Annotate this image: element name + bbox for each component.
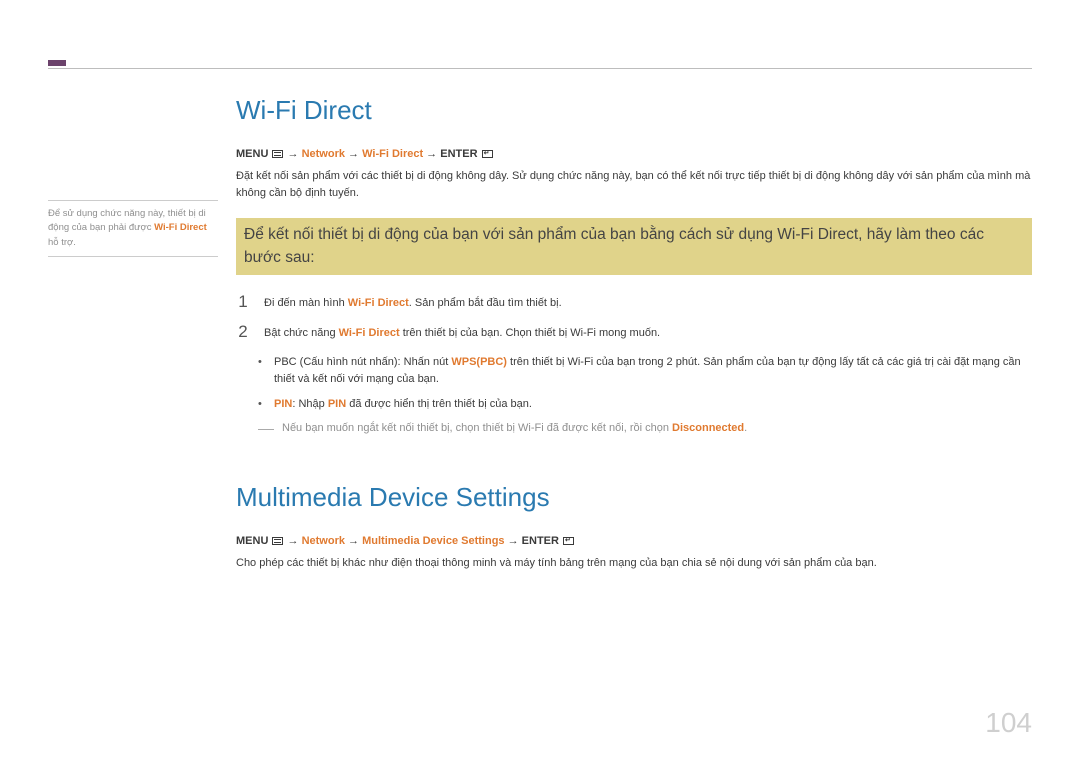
footnote-disconnect: Nếu bạn muốn ngắt kết nối thiết bị, chọn… — [236, 422, 1032, 434]
bullet-dot-2: • — [258, 396, 264, 414]
step-1-suffix: . Sản phẩm bắt đầu tìm thiết bị. — [409, 297, 562, 309]
sidebar-note-body: Để sử dụng chức năng này, thiết bị di độ… — [48, 200, 218, 257]
step-2-highlight: Wi-Fi Direct — [339, 327, 400, 339]
breadcrumb-arrow-3: → — [423, 148, 440, 160]
enter-icon — [482, 150, 493, 158]
multimedia-body: Cho phép các thiết bị khác như điện thoạ… — [236, 555, 1032, 572]
step-2-number: 2 — [236, 323, 250, 342]
bullet-pbc-highlight: WPS(PBC) — [451, 356, 507, 368]
bullet-pin-hl2: PIN — [328, 398, 346, 410]
bullet-pbc-prefix: PBC (Cấu hình nút nhấn): Nhấn nút — [274, 356, 451, 368]
bullet-pbc: • PBC (Cấu hình nút nhấn): Nhấn nút WPS(… — [258, 354, 1032, 388]
breadcrumb-network: Network — [302, 148, 345, 160]
breadcrumb2-arrow-1: → — [288, 535, 302, 547]
breadcrumb-arrow-1: → — [288, 148, 302, 160]
step-1-body: Đi đến màn hình Wi-Fi Direct. Sản phẩm b… — [264, 293, 1032, 312]
footnote-highlight: Disconnected — [672, 422, 744, 434]
bullet-pin-mid: : Nhập — [292, 398, 327, 410]
step-1-highlight: Wi-Fi Direct — [348, 297, 409, 309]
breadcrumb2-enter-label: ENTER — [522, 535, 559, 547]
breadcrumb-menu-label: MENU — [236, 148, 268, 160]
header-rule — [48, 68, 1032, 69]
step-2: 2 Bật chức năng Wi-Fi Direct trên thiết … — [236, 323, 1032, 342]
callout-steps-intro: Để kết nối thiết bị di động của bạn với … — [236, 218, 1032, 275]
step-2-suffix: trên thiết bị của bạn. Chọn thiết bị Wi-… — [400, 327, 660, 339]
breadcrumb2-menu-label: MENU — [236, 535, 268, 547]
breadcrumb2-mds: Multimedia Device Settings — [362, 535, 504, 547]
header-accent — [48, 60, 66, 66]
bullet-pbc-body: PBC (Cấu hình nút nhấn): Nhấn nút WPS(PB… — [274, 354, 1032, 388]
enter-icon — [563, 537, 574, 545]
page-content: Để sử dụng chức năng này, thiết bị di độ… — [48, 95, 1032, 588]
sidebar-note-suffix: hỗ trợ. — [48, 237, 76, 248]
footnote-prefix: Nếu bạn muốn ngắt kết nối thiết bị, chọn… — [282, 422, 672, 434]
step-1-prefix: Đi đến màn hình — [264, 297, 348, 309]
sidebar-note: Để sử dụng chức năng này, thiết bị di độ… — [48, 95, 218, 588]
step-2-prefix: Bật chức năng — [264, 327, 339, 339]
footnote-suffix: . — [744, 422, 747, 434]
bullet-pin-hl1: PIN — [274, 398, 292, 410]
menu-icon — [272, 537, 283, 545]
main-column: Wi-Fi Direct MENU → Network → Wi-Fi Dire… — [236, 95, 1032, 588]
heading-wifi-direct: Wi-Fi Direct — [236, 95, 1032, 126]
section-wifi-direct: Wi-Fi Direct MENU → Network → Wi-Fi Dire… — [236, 95, 1032, 434]
footnote-dash-icon — [258, 429, 274, 434]
section-multimedia-device-settings: Multimedia Device Settings MENU → Networ… — [236, 482, 1032, 572]
step-1-number: 1 — [236, 293, 250, 312]
breadcrumb-enter-label: ENTER — [440, 148, 477, 160]
sidebar-note-highlight: Wi-Fi Direct — [154, 222, 207, 233]
breadcrumb-wifi-direct: MENU → Network → Wi-Fi Direct → ENTER — [236, 148, 1032, 160]
bullet-pin: • PIN: Nhập PIN đã được hiển thị trên th… — [258, 396, 1032, 414]
sub-bullets: • PBC (Cấu hình nút nhấn): Nhấn nút WPS(… — [236, 354, 1032, 414]
breadcrumb-arrow-2: → — [345, 148, 362, 160]
steps-list: 1 Đi đến màn hình Wi-Fi Direct. Sản phẩm… — [236, 293, 1032, 342]
breadcrumb2-arrow-3: → — [505, 535, 522, 547]
step-1: 1 Đi đến màn hình Wi-Fi Direct. Sản phẩm… — [236, 293, 1032, 312]
bullet-pin-suffix: đã được hiển thị trên thiết bị của bạn. — [346, 398, 532, 410]
intro-text: Đặt kết nối sản phẩm với các thiết bị di… — [236, 168, 1032, 202]
heading-multimedia: Multimedia Device Settings — [236, 482, 1032, 513]
page-number: 104 — [985, 707, 1032, 739]
bullet-pin-body: PIN: Nhập PIN đã được hiển thị trên thiế… — [274, 396, 532, 414]
menu-icon — [272, 150, 283, 158]
footnote-body: Nếu bạn muốn ngắt kết nối thiết bị, chọn… — [282, 422, 747, 434]
breadcrumb-multimedia: MENU → Network → Multimedia Device Setti… — [236, 535, 1032, 547]
step-2-body: Bật chức năng Wi-Fi Direct trên thiết bị… — [264, 323, 1032, 342]
breadcrumb-wifidirect: Wi-Fi Direct — [362, 148, 423, 160]
breadcrumb2-arrow-2: → — [345, 535, 362, 547]
breadcrumb2-network: Network — [302, 535, 345, 547]
bullet-dot-1: • — [258, 354, 264, 388]
